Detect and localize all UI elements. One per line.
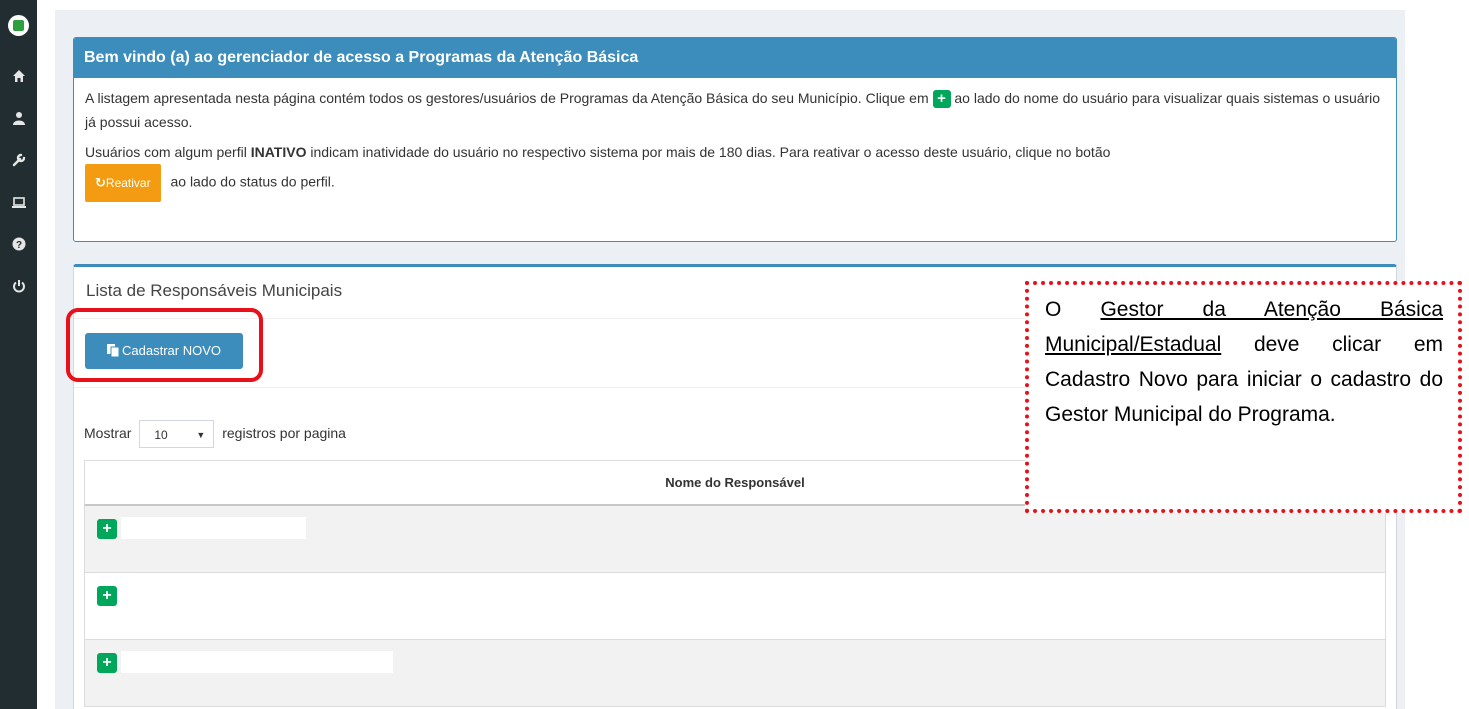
highlight-add-new bbox=[66, 308, 263, 382]
caret-down-icon: ▼ bbox=[196, 430, 206, 441]
sidebar: ? bbox=[0, 0, 37, 709]
expand-plus-icon[interactable]: + bbox=[97, 519, 117, 539]
welcome-body: A listagem apresentada nesta página cont… bbox=[74, 78, 1396, 216]
per-page-label: registros por pagina bbox=[222, 425, 346, 441]
row-name bbox=[121, 651, 393, 673]
page-size-value: 10 bbox=[154, 428, 168, 443]
plus-icon: + bbox=[932, 90, 951, 109]
refresh-icon: ↻ bbox=[95, 175, 106, 190]
annotation-callout: O Gestor da Atenção Básica Municipal/Est… bbox=[1025, 281, 1462, 513]
table-row: + bbox=[84, 573, 1386, 640]
table-row: + bbox=[84, 640, 1386, 707]
svg-text:?: ? bbox=[15, 240, 21, 251]
table-row: + bbox=[84, 506, 1386, 573]
page-size-select[interactable]: 10 ▼ bbox=[139, 420, 215, 449]
reactivate-button[interactable]: ↻Reativar bbox=[85, 164, 161, 202]
list-title: Lista de Responsáveis Municipais bbox=[86, 281, 343, 300]
callout-text-1: O bbox=[1045, 298, 1062, 321]
show-label: Mostrar bbox=[84, 425, 132, 441]
welcome-title: Bem vindo (a) ao gerenciador de acesso a… bbox=[74, 38, 1396, 78]
question-icon[interactable]: ? bbox=[0, 237, 37, 255]
page-size-control: Mostrar 10 ▼ registros por pagina bbox=[84, 419, 346, 449]
row-name bbox=[121, 517, 306, 539]
power-icon[interactable] bbox=[0, 279, 37, 297]
logo-icon[interactable] bbox=[8, 15, 29, 36]
expand-plus-icon[interactable]: + bbox=[97, 653, 117, 673]
welcome-text-4: indicam inatividade do usuário no respec… bbox=[310, 144, 1111, 160]
wrench-icon[interactable] bbox=[0, 153, 37, 171]
home-icon[interactable] bbox=[0, 69, 37, 87]
user-icon[interactable] bbox=[0, 111, 37, 129]
inactive-label: INATIVO bbox=[250, 144, 307, 160]
row-name bbox=[121, 584, 131, 606]
welcome-text-3: Usuários com algum perfil bbox=[85, 144, 247, 160]
welcome-text-1: A listagem apresentada nesta página cont… bbox=[85, 90, 929, 106]
reactivate-label: Reativar bbox=[105, 176, 151, 190]
welcome-text-5: ao lado do status do perfil. bbox=[170, 173, 335, 190]
expand-plus-icon[interactable]: + bbox=[97, 586, 117, 606]
laptop-icon[interactable] bbox=[0, 195, 37, 213]
welcome-box: Bem vindo (a) ao gerenciador de acesso a… bbox=[73, 37, 1397, 242]
